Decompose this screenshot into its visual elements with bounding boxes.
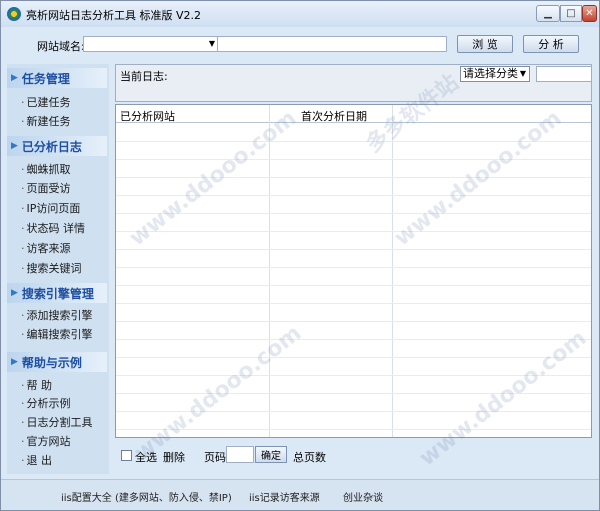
column-header-site[interactable]: 已分析网站 [120,108,175,124]
status-bar: iis配置大全 (建多网站、防入侵、禁IP) iis记录访客来源 创业杂谈 [1,479,599,510]
table-row [116,285,591,286]
delete-link[interactable]: 删除 [163,449,185,465]
nav-item-status-codes[interactable]: · 状态码 详情 [21,220,85,236]
category-filter-input[interactable] [536,66,592,82]
domain-label: 网站域名: [37,40,85,53]
table-row [116,159,591,160]
status-link-startup-talk[interactable]: 创业杂谈 [343,489,383,504]
select-all-label[interactable]: 全选 [135,449,157,465]
column-divider [392,105,393,437]
table-row [116,177,591,178]
minimize-button[interactable]: ▁ [536,5,560,22]
nav-item-new-task[interactable]: · 新建任务 [21,113,71,129]
analyzed-sites-table: 已分析网站 首次分析日期 [115,104,592,438]
domain-toolbar: 网站域名: ▼ 浏 览 分 析 [7,29,593,57]
caret-right-icon: ▶ [11,357,18,367]
go-page-button[interactable]: 确定 [255,446,287,463]
nav-item-visitor-sources[interactable]: · 访客来源 [21,240,71,256]
table-row [116,411,591,412]
table-row [116,375,591,376]
table-row [116,357,591,358]
analyze-button[interactable]: 分 析 [523,35,579,53]
nav-section-search-engine-mgmt[interactable]: ▶ 搜索引擎管理 [7,283,107,303]
log-path-input[interactable] [217,36,447,52]
domain-dropdown[interactable]: ▼ [83,36,219,52]
column-header-first-date[interactable]: 首次分析日期 [301,108,367,124]
chevron-down-icon: ▼ [208,39,215,48]
table-row [116,141,591,142]
nav-item-exit[interactable]: · 退 出 [21,452,52,468]
current-log-label: 当前日志: [120,70,168,83]
nav-section-help[interactable]: ▶ 帮助与示例 [7,352,107,372]
category-dropdown[interactable]: 请选择分类 ▼ [460,66,530,82]
table-row [116,393,591,394]
app-logo-icon [7,7,21,21]
select-all-checkbox[interactable] [121,450,132,461]
page-label: 页码 [204,451,226,464]
maximize-button[interactable]: □ [560,5,582,22]
table-row [116,231,591,232]
table-row [116,429,591,430]
nav-item-ip-pages[interactable]: · IP访问页面 [21,200,80,216]
window-title: 亮析网站日志分析工具 标准版 V2.2 [26,9,202,22]
nav-item-log-split-tool[interactable]: · 日志分割工具 [21,414,93,430]
nav-item-edit-search-engine[interactable]: · 编辑搜索引擎 [21,326,93,342]
nav-item-help[interactable]: · 帮 助 [21,377,52,393]
table-row [116,303,591,304]
nav-item-add-search-engine[interactable]: · 添加搜索引擎 [21,307,93,323]
table-header: 已分析网站 首次分析日期 [116,105,591,123]
nav-item-examples[interactable]: · 分析示例 [21,395,71,411]
table-row [116,249,591,250]
browse-button[interactable]: 浏 览 [457,35,513,53]
caret-right-icon: ▶ [11,73,18,83]
nav-item-existing-tasks[interactable]: · 已建任务 [21,94,71,110]
column-divider [269,105,270,437]
left-nav: ▶ 任务管理 · 已建任务 · 新建任务 ▶ 已分析日志 · 蜘蛛抓取 · 页面受访 ·… [7,64,109,474]
main-panel: 当前日志: 请选择分类 ▼ 已分析网站 首次分析日期 全选 删除 页码 确定 总… [115,64,593,474]
caret-right-icon: ▶ [11,141,18,151]
chevron-down-icon: ▼ [519,69,526,78]
page-number-input[interactable] [226,446,254,463]
app-window: 亮析网站日志分析工具 标准版 V2.2 ▁ □ ✕ 网站域名: ▼ 浏 览 分 … [0,0,600,511]
table-row [116,267,591,268]
nav-item-page-visits[interactable]: · 页面受访 [21,180,71,196]
table-footer: 全选 删除 页码 确定 总页数 [115,444,592,468]
nav-item-official-site[interactable]: · 官方网站 [21,433,71,449]
status-link-iis-config[interactable]: iis配置大全 (建多网站、防入侵、禁IP) [61,489,232,504]
caret-right-icon: ▶ [11,288,18,298]
status-link-iis-visitor-source[interactable]: iis记录访客来源 [249,489,320,504]
current-log-bar: 当前日志: 请选择分类 ▼ [115,64,592,102]
nav-item-spider-crawl[interactable]: · 蜘蛛抓取 [21,161,71,177]
nav-item-search-keywords[interactable]: · 搜索关键词 [21,260,82,276]
table-row [116,213,591,214]
close-button[interactable]: ✕ [582,5,597,22]
total-pages-label: 总页数 [293,451,326,464]
table-row [116,195,591,196]
nav-section-task-management[interactable]: ▶ 任务管理 [7,68,107,88]
table-row [116,339,591,340]
nav-section-analyzed-logs[interactable]: ▶ 已分析日志 [7,136,107,156]
title-bar: 亮析网站日志分析工具 标准版 V2.2 ▁ □ ✕ [1,1,599,27]
table-row [116,321,591,322]
